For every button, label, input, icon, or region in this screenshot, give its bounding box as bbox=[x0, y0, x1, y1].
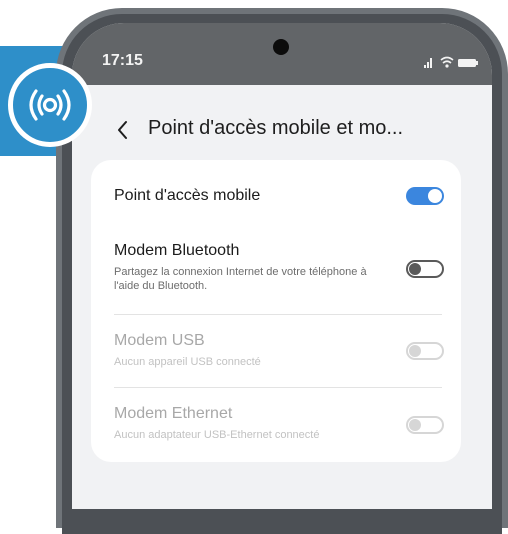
signal-icon bbox=[424, 58, 432, 68]
setting-title: Point d'accès mobile bbox=[114, 187, 261, 204]
status-time: 17:15 bbox=[102, 52, 143, 69]
hotspot-icon bbox=[29, 89, 71, 121]
toggle-knob bbox=[409, 345, 421, 357]
setting-title: Modem Ethernet bbox=[114, 405, 233, 422]
setting-description: Aucun appareil USB connecté bbox=[114, 356, 261, 368]
bluetooth-tethering-row[interactable]: Modem Bluetooth Partagez la connexion In… bbox=[91, 232, 461, 314]
front-camera bbox=[273, 39, 289, 55]
ethernet-tethering-row: Modem Ethernet Aucun adaptateur USB-Ethe… bbox=[91, 388, 461, 462]
hotspot-setting-row[interactable]: Point d'accès mobile bbox=[91, 160, 461, 232]
status-icons bbox=[424, 56, 478, 68]
back-arrow-icon[interactable] bbox=[114, 118, 132, 142]
bluetooth-tethering-toggle[interactable] bbox=[406, 260, 444, 278]
settings-card: Point d'accès mobile Modem Bluetooth Par… bbox=[91, 160, 461, 462]
status-bar: 17:15 bbox=[72, 23, 492, 85]
hotspot-badge bbox=[8, 63, 92, 147]
page-title: Point d'accès mobile et mo... bbox=[148, 117, 404, 139]
usb-tethering-row: Modem USB Aucun appareil USB connecté bbox=[91, 315, 461, 387]
setting-description: Partagez la connexion Internet de votre … bbox=[114, 266, 367, 292]
toggle-knob bbox=[409, 419, 421, 431]
setting-title: Modem USB bbox=[114, 332, 205, 349]
battery-icon bbox=[458, 59, 478, 67]
hotspot-toggle[interactable] bbox=[406, 187, 444, 205]
usb-tethering-toggle bbox=[406, 342, 444, 360]
wifi-icon bbox=[440, 56, 454, 68]
ethernet-tethering-toggle bbox=[406, 416, 444, 434]
setting-title: Modem Bluetooth bbox=[114, 242, 240, 259]
toggle-knob bbox=[409, 263, 421, 275]
toggle-knob bbox=[428, 189, 442, 203]
setting-description: Aucun adaptateur USB-Ethernet connecté bbox=[114, 429, 320, 441]
